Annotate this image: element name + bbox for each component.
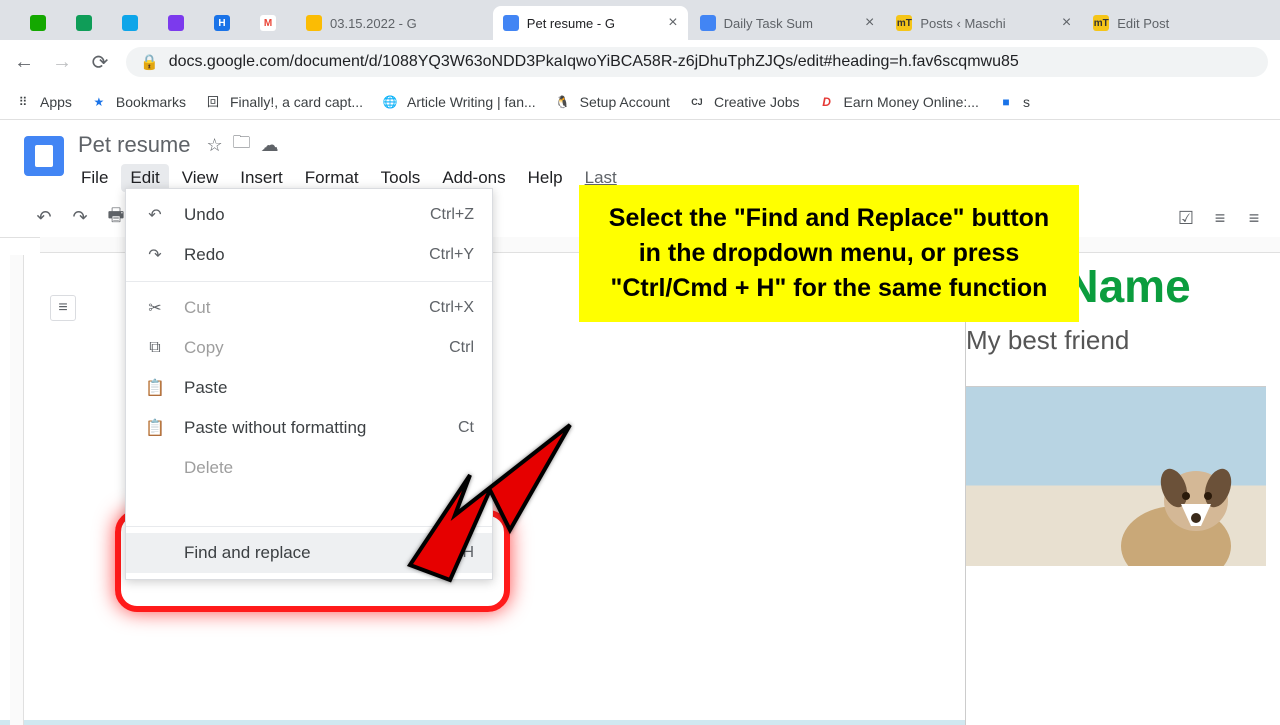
favicon-icon: CJ [688, 93, 706, 111]
tutorial-arrow-icon [395, 420, 575, 590]
tab-daily-task[interactable]: Daily Task Sum× [690, 6, 885, 40]
tab-edge[interactable] [112, 6, 156, 40]
bookmarks-bar: ⠿Apps ★Bookmarks 回Finally!, a card capt.… [0, 84, 1280, 120]
checklist-button[interactable]: ☑ [1172, 204, 1200, 232]
close-icon[interactable]: × [1062, 14, 1071, 32]
subheading: My best friend [966, 325, 1280, 356]
tab-sheets[interactable] [66, 6, 110, 40]
move-icon[interactable]: 🗀 [233, 130, 251, 160]
undo-button[interactable]: ↶ [30, 204, 58, 232]
favicon-icon: 🐧 [554, 93, 572, 111]
undo-icon: ↶ [144, 205, 166, 225]
menu-paste[interactable]: 📋 Paste [126, 368, 492, 408]
redo-icon: ↷ [144, 245, 166, 265]
tab-gmail[interactable]: M [250, 6, 294, 40]
tab-edit-post[interactable]: mTEdit Post [1083, 6, 1278, 40]
document-title[interactable]: Pet resume [72, 130, 197, 160]
lock-icon: 🔒 [140, 53, 159, 71]
menu-file[interactable]: File [72, 164, 117, 192]
bullet-list-button[interactable]: ≡ [1206, 204, 1234, 232]
bookmark-article[interactable]: 🌐Article Writing | fan... [381, 93, 536, 111]
browser-tabs-bar: H M 03.15.2022 - G Pet resume - G× Daily… [0, 0, 1280, 40]
bookmark-earn[interactable]: DEarn Money Online:... [818, 93, 979, 111]
reload-button[interactable]: ⟳ [88, 50, 112, 74]
url-text: docs.google.com/document/d/1088YQ3W63oND… [169, 53, 1019, 71]
copy-icon: ⧉ [144, 339, 166, 357]
cut-icon: ✂ [144, 298, 166, 318]
menu-help[interactable]: Help [519, 164, 572, 192]
menu-divider [126, 281, 492, 282]
document-canvas[interactable]: Pet Name My best friend [965, 255, 1280, 725]
address-bar[interactable]: 🔒 docs.google.com/document/d/1088YQ3W63o… [126, 47, 1268, 77]
bookmark-apps[interactable]: ⠿Apps [14, 93, 72, 111]
back-button[interactable]: ← [12, 50, 36, 74]
paste-icon: 📋 [144, 378, 166, 398]
forward-button[interactable]: → [50, 50, 74, 74]
numbered-list-button[interactable]: ≡ [1240, 204, 1268, 232]
bookmark-creative[interactable]: CJCreative Jobs [688, 93, 800, 111]
docs-logo-icon[interactable] [24, 136, 64, 176]
globe-icon: 🌐 [381, 93, 399, 111]
star-icon[interactable]: ☆ [207, 135, 223, 156]
vertical-ruler [10, 255, 24, 725]
bookmark-bookmarks[interactable]: ★Bookmarks [90, 93, 186, 111]
menu-copy[interactable]: ⧉ Copy Ctrl [126, 328, 492, 368]
star-icon: ★ [90, 93, 108, 111]
bookmark-s[interactable]: ■s [997, 93, 1030, 111]
tab-posts[interactable]: mTPosts ‹ Maschi× [886, 6, 1081, 40]
bookmark-setup[interactable]: 🐧Setup Account [554, 93, 670, 111]
dog-illustration [1066, 446, 1246, 566]
paste-plain-icon: 📋 [144, 418, 166, 438]
url-bar: ← → ⟳ 🔒 docs.google.com/document/d/1088Y… [0, 40, 1280, 84]
tab-pet-resume[interactable]: Pet resume - G× [493, 6, 688, 40]
menu-redo[interactable]: ↷ Redo Ctrl+Y [126, 235, 492, 275]
tab-upwork[interactable] [20, 6, 64, 40]
favicon-icon: 回 [204, 93, 222, 111]
menu-undo[interactable]: ↶ Undo Ctrl+Z [126, 195, 492, 235]
favicon-icon: ■ [997, 93, 1015, 111]
close-icon[interactable]: × [668, 14, 677, 32]
favicon-icon: D [818, 93, 836, 111]
close-icon[interactable]: × [865, 14, 874, 32]
bookmark-finally[interactable]: 回Finally!, a card capt... [204, 93, 363, 111]
tutorial-callout: Select the "Find and Replace" button in … [579, 185, 1079, 322]
outline-toggle-button[interactable]: ≡ [50, 295, 76, 321]
docs-header: Pet resume ☆ 🗀 ☁ File Edit View Insert F… [0, 120, 1280, 192]
cloud-icon[interactable]: ☁ [261, 135, 279, 156]
tab-app[interactable] [158, 6, 202, 40]
tab-drive[interactable]: 03.15.2022 - G [296, 6, 491, 40]
document-image [966, 386, 1266, 566]
apps-icon: ⠿ [14, 93, 32, 111]
redo-button[interactable]: ↷ [66, 204, 94, 232]
menu-cut[interactable]: ✂ Cut Ctrl+X [126, 288, 492, 328]
tab-h[interactable]: H [204, 6, 248, 40]
